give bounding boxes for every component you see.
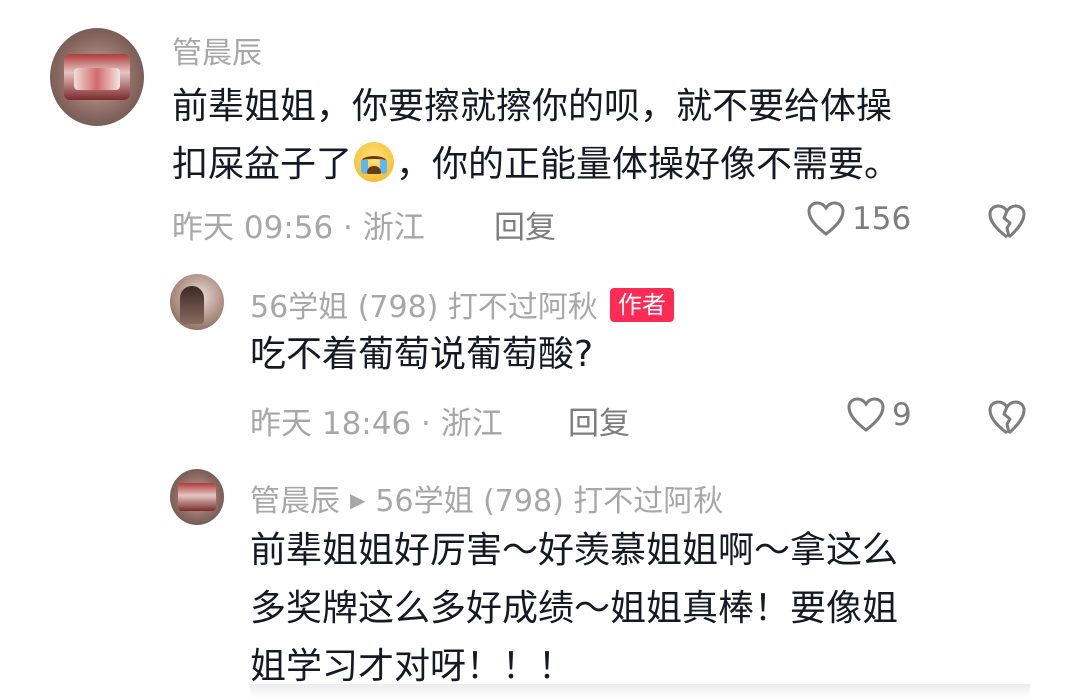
crying-face-emoji-icon bbox=[354, 142, 395, 182]
like-count: 9 bbox=[892, 397, 912, 433]
comment-time-location: 昨天 09:56 · 浙江 bbox=[172, 210, 425, 246]
author-badge: 作者 bbox=[609, 288, 674, 322]
like-count: 156 bbox=[852, 201, 912, 237]
reply-content-line: 前辈姐姐好厉害～好羡慕姐姐啊～拿这么 bbox=[250, 530, 899, 571]
broken-heart-icon bbox=[988, 204, 1026, 239]
avatar[interactable] bbox=[170, 274, 224, 330]
reply-content: 前辈姐姐好厉害～好羡慕姐姐啊～拿这么 多奖牌这么多好成绩～姐姐真棒！要像姐 姐学… bbox=[250, 522, 1040, 696]
reply-content: 吃不着葡萄说葡萄酸? bbox=[250, 334, 594, 375]
dislike-button[interactable] bbox=[986, 202, 1028, 246]
dislike-button[interactable] bbox=[986, 398, 1028, 442]
reply-username[interactable]: 管晨辰 ▶ 56学姐 (798) 打不过阿秋 bbox=[250, 476, 723, 520]
reply-time-location: 昨天 18:46 · 浙江 bbox=[250, 406, 503, 442]
comment-content-text: 扣屎盆子了 bbox=[172, 144, 353, 185]
reply-username-text: 56学姐 (798) 打不过阿秋 bbox=[250, 290, 598, 325]
heart-icon bbox=[847, 397, 885, 432]
cropped-meta-row bbox=[250, 684, 1030, 699]
heart-icon bbox=[807, 201, 845, 236]
avatar[interactable] bbox=[50, 28, 144, 126]
reply-button[interactable]: 回复 bbox=[494, 202, 556, 247]
comment-content-text: ，你的正能量体操好像不需要。 bbox=[396, 144, 901, 185]
like-button[interactable]: 156 bbox=[806, 200, 911, 238]
reply-username-text: 管晨辰 bbox=[250, 484, 340, 519]
comment-content-line: 扣屎盆子了 ，你的正能量体操好像不需要。 bbox=[172, 136, 1032, 194]
reply-button[interactable]: 回复 bbox=[568, 398, 630, 443]
reply-to-username: 56学姐 (798) 打不过阿秋 bbox=[375, 484, 724, 519]
comment-content-line: 前辈姐姐，你要擦就擦你的呗，就不要给体操 bbox=[172, 86, 893, 127]
like-button[interactable]: 9 bbox=[846, 396, 912, 434]
reply-username[interactable]: 56学姐 (798) 打不过阿秋 作者 bbox=[250, 282, 674, 326]
comment-username[interactable]: 管晨辰 bbox=[172, 28, 262, 72]
comment-thread: 管晨辰 前辈姐姐，你要擦就擦你的呗，就不要给体操 扣屎盆子了 ，你的正能量体操好像… bbox=[0, 0, 1068, 699]
comment-content: 前辈姐姐，你要擦就擦你的呗，就不要给体操 扣屎盆子了 ，你的正能量体操好像不需要。 bbox=[172, 78, 1032, 194]
reply-content-line: 多奖牌这么多好成绩～姐姐真棒！要像姐 bbox=[250, 588, 899, 629]
avatar[interactable] bbox=[170, 469, 224, 525]
broken-heart-icon bbox=[988, 400, 1026, 435]
reply-arrow-icon: ▶ bbox=[350, 488, 366, 512]
